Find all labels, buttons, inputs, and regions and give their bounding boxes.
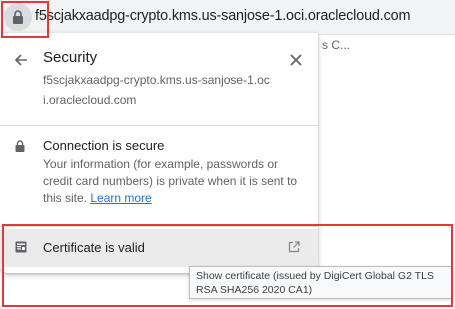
connection-title: Connection is secure <box>43 138 165 153</box>
arrow-left-icon <box>14 54 27 66</box>
background-page-text: s C... <box>322 38 351 52</box>
popup-title: Security <box>43 49 98 66</box>
lock-highlight-box <box>1 1 49 38</box>
close-button[interactable] <box>286 50 306 70</box>
url-text[interactable]: f5scjakxaadpg-crypto.kms.us-sanjose-1.oc… <box>35 8 411 24</box>
certificate-highlight-box <box>2 224 453 307</box>
back-button[interactable] <box>11 50 31 70</box>
lock-icon <box>15 140 25 152</box>
learn-more-link[interactable]: Learn more <box>90 191 151 205</box>
close-icon <box>290 54 302 66</box>
popup-header: Security f5scjakxaadpg-crypto.kms.us-san… <box>0 33 318 125</box>
address-bar: f5scjakxaadpg-crypto.kms.us-sanjose-1.oc… <box>0 0 455 35</box>
popup-host: f5scjakxaadpg-crypto.kms.us-sanjose-1.oc… <box>43 73 270 107</box>
connection-description: Your information (for example, passwords… <box>43 156 305 207</box>
connection-section: Connection is secure Your information (f… <box>0 126 318 226</box>
connection-description-text: Your information (for example, passwords… <box>43 157 298 205</box>
